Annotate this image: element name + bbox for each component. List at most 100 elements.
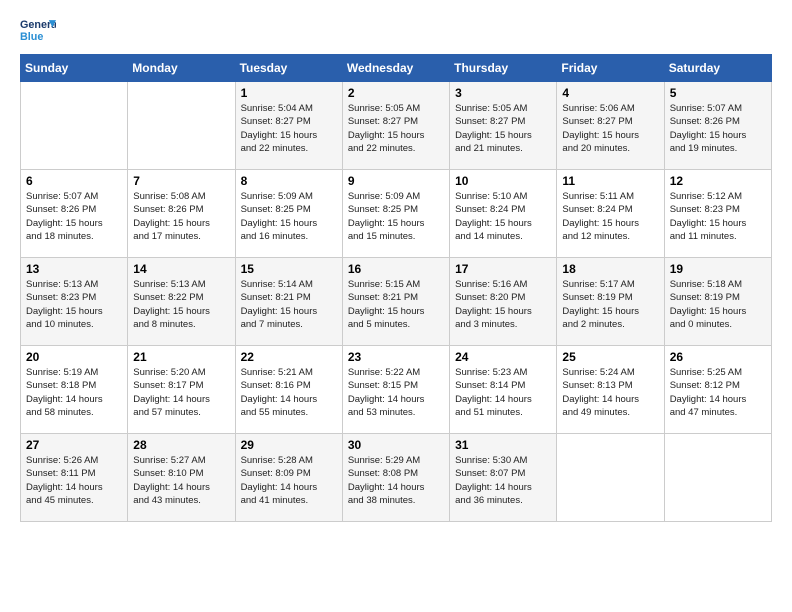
calendar-cell: 7 Sunrise: 5:08 AM Sunset: 8:26 PM Daylig… [128, 170, 235, 258]
day-number: 16 [348, 262, 444, 276]
day-info: Sunrise: 5:24 AM Sunset: 8:13 PM Dayligh… [562, 366, 658, 419]
day-info: Sunrise: 5:30 AM Sunset: 8:07 PM Dayligh… [455, 454, 551, 507]
calendar-cell: 26 Sunrise: 5:25 AM Sunset: 8:12 PM Dayli… [664, 346, 771, 434]
day-number: 28 [133, 438, 229, 452]
day-info: Sunrise: 5:07 AM Sunset: 8:26 PM Dayligh… [26, 190, 122, 243]
day-info: Sunrise: 5:12 AM Sunset: 8:23 PM Dayligh… [670, 190, 766, 243]
calendar-week-4: 20 Sunrise: 5:19 AM Sunset: 8:18 PM Dayli… [21, 346, 772, 434]
day-info: Sunrise: 5:11 AM Sunset: 8:24 PM Dayligh… [562, 190, 658, 243]
weekday-header-monday: Monday [128, 55, 235, 82]
calendar-cell: 12 Sunrise: 5:12 AM Sunset: 8:23 PM Dayli… [664, 170, 771, 258]
weekday-header-sunday: Sunday [21, 55, 128, 82]
calendar-cell: 2Sunrise: 5:05 AM Sunset: 8:27 PM Daylig… [342, 82, 449, 170]
calendar-week-5: 27 Sunrise: 5:26 AM Sunset: 8:11 PM Dayli… [21, 434, 772, 522]
day-info: Sunrise: 5:10 AM Sunset: 8:24 PM Dayligh… [455, 190, 551, 243]
day-number: 21 [133, 350, 229, 364]
day-info: Sunrise: 5:21 AM Sunset: 8:16 PM Dayligh… [241, 366, 337, 419]
calendar-cell [664, 434, 771, 522]
calendar-cell: 8 Sunrise: 5:09 AM Sunset: 8:25 PM Daylig… [235, 170, 342, 258]
calendar-cell: 21 Sunrise: 5:20 AM Sunset: 8:17 PM Dayli… [128, 346, 235, 434]
weekday-header-wednesday: Wednesday [342, 55, 449, 82]
day-info: Sunrise: 5:05 AM Sunset: 8:27 PM Dayligh… [348, 102, 444, 155]
day-number: 4 [562, 86, 658, 100]
page-header: General Blue [20, 16, 772, 44]
calendar-cell: 1Sunrise: 5:04 AM Sunset: 8:27 PM Daylig… [235, 82, 342, 170]
day-number: 14 [133, 262, 229, 276]
day-info: Sunrise: 5:19 AM Sunset: 8:18 PM Dayligh… [26, 366, 122, 419]
logo: General Blue [20, 16, 56, 44]
calendar-cell: 14 Sunrise: 5:13 AM Sunset: 8:22 PM Dayli… [128, 258, 235, 346]
day-number: 3 [455, 86, 551, 100]
day-info: Sunrise: 5:17 AM Sunset: 8:19 PM Dayligh… [562, 278, 658, 331]
calendar-cell: 13Sunrise: 5:13 AM Sunset: 8:23 PM Dayli… [21, 258, 128, 346]
generalblue-logo-icon: General Blue [20, 16, 56, 44]
calendar-cell: 10 Sunrise: 5:10 AM Sunset: 8:24 PM Dayli… [450, 170, 557, 258]
calendar-cell: 9 Sunrise: 5:09 AM Sunset: 8:25 PM Daylig… [342, 170, 449, 258]
day-number: 7 [133, 174, 229, 188]
day-number: 15 [241, 262, 337, 276]
calendar-cell: 3Sunrise: 5:05 AM Sunset: 8:27 PM Daylig… [450, 82, 557, 170]
day-number: 20 [26, 350, 122, 364]
calendar-week-1: 1Sunrise: 5:04 AM Sunset: 8:27 PM Daylig… [21, 82, 772, 170]
calendar-cell: 6 Sunrise: 5:07 AM Sunset: 8:26 PM Daylig… [21, 170, 128, 258]
day-info: Sunrise: 5:26 AM Sunset: 8:11 PM Dayligh… [26, 454, 122, 507]
calendar-cell: 17Sunrise: 5:16 AM Sunset: 8:20 PM Dayli… [450, 258, 557, 346]
day-number: 24 [455, 350, 551, 364]
calendar-week-2: 6 Sunrise: 5:07 AM Sunset: 8:26 PM Daylig… [21, 170, 772, 258]
day-number: 11 [562, 174, 658, 188]
day-info: Sunrise: 5:09 AM Sunset: 8:25 PM Dayligh… [241, 190, 337, 243]
weekday-header-friday: Friday [557, 55, 664, 82]
day-info: Sunrise: 5:08 AM Sunset: 8:26 PM Dayligh… [133, 190, 229, 243]
day-info: Sunrise: 5:20 AM Sunset: 8:17 PM Dayligh… [133, 366, 229, 419]
calendar-cell: 28 Sunrise: 5:27 AM Sunset: 8:10 PM Dayli… [128, 434, 235, 522]
svg-text:Blue: Blue [20, 31, 43, 43]
day-info: Sunrise: 5:09 AM Sunset: 8:25 PM Dayligh… [348, 190, 444, 243]
weekday-header-saturday: Saturday [664, 55, 771, 82]
day-number: 13 [26, 262, 122, 276]
calendar-cell: 24 Sunrise: 5:23 AM Sunset: 8:14 PM Dayli… [450, 346, 557, 434]
calendar-cell: 29 Sunrise: 5:28 AM Sunset: 8:09 PM Dayli… [235, 434, 342, 522]
day-info: Sunrise: 5:25 AM Sunset: 8:12 PM Dayligh… [670, 366, 766, 419]
weekday-header-row: SundayMondayTuesdayWednesdayThursdayFrid… [21, 55, 772, 82]
calendar-cell: 4 Sunrise: 5:06 AM Sunset: 8:27 PM Daylig… [557, 82, 664, 170]
day-number: 6 [26, 174, 122, 188]
calendar-cell: 23 Sunrise: 5:22 AM Sunset: 8:15 PM Dayli… [342, 346, 449, 434]
calendar-cell: 5 Sunrise: 5:07 AM Sunset: 8:26 PM Daylig… [664, 82, 771, 170]
day-info: Sunrise: 5:28 AM Sunset: 8:09 PM Dayligh… [241, 454, 337, 507]
day-info: Sunrise: 5:15 AM Sunset: 8:21 PM Dayligh… [348, 278, 444, 331]
calendar-cell: 16 Sunrise: 5:15 AM Sunset: 8:21 PM Dayli… [342, 258, 449, 346]
calendar-cell: 11 Sunrise: 5:11 AM Sunset: 8:24 PM Dayli… [557, 170, 664, 258]
calendar-cell: 25Sunrise: 5:24 AM Sunset: 8:13 PM Dayli… [557, 346, 664, 434]
day-info: Sunrise: 5:18 AM Sunset: 8:19 PM Dayligh… [670, 278, 766, 331]
day-number: 19 [670, 262, 766, 276]
calendar-cell: 22 Sunrise: 5:21 AM Sunset: 8:16 PM Dayli… [235, 346, 342, 434]
day-info: Sunrise: 5:23 AM Sunset: 8:14 PM Dayligh… [455, 366, 551, 419]
calendar-cell: 27 Sunrise: 5:26 AM Sunset: 8:11 PM Dayli… [21, 434, 128, 522]
calendar-cell: 20 Sunrise: 5:19 AM Sunset: 8:18 PM Dayli… [21, 346, 128, 434]
day-info: Sunrise: 5:27 AM Sunset: 8:10 PM Dayligh… [133, 454, 229, 507]
day-info: Sunrise: 5:13 AM Sunset: 8:22 PM Dayligh… [133, 278, 229, 331]
calendar-cell: 30Sunrise: 5:29 AM Sunset: 8:08 PM Dayli… [342, 434, 449, 522]
day-number: 26 [670, 350, 766, 364]
day-number: 9 [348, 174, 444, 188]
day-number: 5 [670, 86, 766, 100]
calendar-cell [557, 434, 664, 522]
day-number: 10 [455, 174, 551, 188]
day-number: 31 [455, 438, 551, 452]
day-info: Sunrise: 5:22 AM Sunset: 8:15 PM Dayligh… [348, 366, 444, 419]
calendar-table: SundayMondayTuesdayWednesdayThursdayFrid… [20, 54, 772, 522]
weekday-header-tuesday: Tuesday [235, 55, 342, 82]
day-number: 30 [348, 438, 444, 452]
day-number: 22 [241, 350, 337, 364]
calendar-cell [21, 82, 128, 170]
calendar-cell: 15 Sunrise: 5:14 AM Sunset: 8:21 PM Dayli… [235, 258, 342, 346]
day-info: Sunrise: 5:06 AM Sunset: 8:27 PM Dayligh… [562, 102, 658, 155]
day-number: 27 [26, 438, 122, 452]
day-info: Sunrise: 5:04 AM Sunset: 8:27 PM Dayligh… [241, 102, 337, 155]
day-info: Sunrise: 5:14 AM Sunset: 8:21 PM Dayligh… [241, 278, 337, 331]
day-number: 29 [241, 438, 337, 452]
day-info: Sunrise: 5:07 AM Sunset: 8:26 PM Dayligh… [670, 102, 766, 155]
day-number: 12 [670, 174, 766, 188]
day-number: 8 [241, 174, 337, 188]
day-number: 23 [348, 350, 444, 364]
